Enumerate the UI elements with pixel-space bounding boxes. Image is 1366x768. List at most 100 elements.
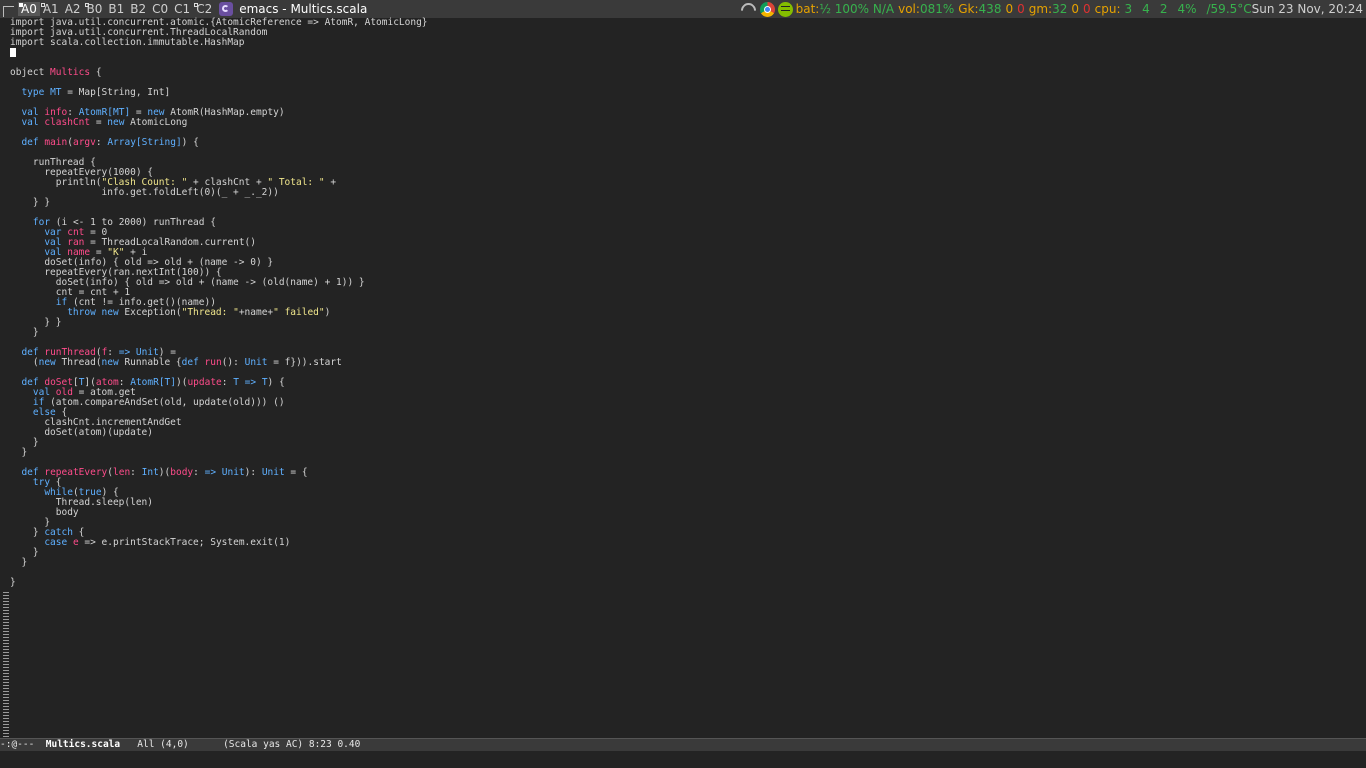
cpu-temperature: /59.5°C	[1207, 2, 1252, 16]
code-token: Unit	[245, 357, 268, 368]
clock: Sun 23 Nov, 20:24	[1252, 2, 1363, 16]
mode-line-status: -:@---	[0, 739, 46, 750]
workspace-b1[interactable]: B1	[105, 2, 127, 16]
workspace-c2[interactable]: C2	[193, 2, 215, 16]
gmail-m-b: 0	[1083, 2, 1091, 16]
code-line: (new Thread(new Runnable {def run(): Uni…	[10, 358, 428, 368]
gmail-k-b: 0	[1017, 2, 1025, 16]
chrome-icon[interactable]	[760, 2, 775, 17]
code-token: = f})).start	[267, 357, 341, 368]
workspace-c1[interactable]: C1	[171, 2, 193, 16]
code-token: info.get.foldLeft(0)(_ + _._2))	[10, 187, 279, 198]
code-token: }	[10, 577, 16, 588]
workspace-c0[interactable]: C0	[149, 2, 171, 16]
volume-label: vol:	[898, 2, 920, 16]
workspace-a2[interactable]: A2	[62, 2, 84, 16]
code-line: }	[10, 578, 428, 588]
code-token: def	[21, 137, 44, 148]
buffer-position: All (4,0)	[120, 739, 223, 750]
buffer-name[interactable]: Multics.scala	[46, 739, 120, 750]
code-token: ) {	[268, 377, 285, 388]
gmail-m-label: gm:	[1029, 2, 1052, 16]
code-token: " failed"	[273, 307, 324, 318]
emacs-icon	[219, 2, 233, 16]
cpu-core-3: 4%	[1177, 2, 1196, 16]
workspace-a1[interactable]: A1	[40, 2, 62, 16]
cpu-core-0: 3	[1125, 2, 1133, 16]
code-line: body	[10, 508, 428, 518]
workspace-b2[interactable]: B2	[127, 2, 149, 16]
gmail-k-label: Gk:	[958, 2, 978, 16]
cpu-core-2: 2	[1160, 2, 1168, 16]
wifi-icon[interactable]	[741, 3, 756, 15]
top-status-bar: A0A1A2B0B1B2C0C1C2 emacs - Multics.scala…	[0, 0, 1366, 18]
code-line: if (atom.compareAndSet(old, update(old))…	[10, 398, 428, 408]
code-line: def main(argv: Array[String]) {	[10, 138, 428, 148]
code-token: :	[130, 467, 141, 478]
gmail-m-a: 0	[1071, 2, 1079, 16]
code-line: doSet(atom)(update)	[10, 428, 428, 438]
code-token: =	[90, 117, 107, 128]
code-token: new	[107, 117, 124, 128]
code-token: main	[44, 137, 67, 148]
code-token: } }	[10, 197, 50, 208]
code-area[interactable]: import java.util.concurrent.atomic.{Atom…	[10, 18, 428, 588]
code-token: len	[113, 467, 130, 478]
code-line: import scala.collection.immutable.HashMa…	[10, 38, 428, 48]
cpu-cores: 3424%	[1125, 2, 1207, 16]
code-token: update	[187, 377, 221, 388]
code-token: ():	[222, 357, 245, 368]
code-line: val clashCnt = new AtomicLong	[10, 118, 428, 128]
code-token: (atom.compareAndSet(old, update(old))) (…	[44, 397, 284, 408]
code-token: ):	[245, 467, 262, 478]
mode-line: -:@--- Multics.scala All (4,0) (Scala ya…	[0, 738, 1366, 751]
code-token: throw new	[67, 307, 118, 318]
code-token: )(	[176, 377, 187, 388]
code-token: type	[21, 87, 50, 98]
gmail-m-count: 32	[1052, 2, 1067, 16]
code-token: AtomR[T]	[130, 377, 176, 388]
workspace-list: A0A1A2B0B1B2C0C1C2	[18, 0, 215, 18]
code-token: new	[39, 357, 56, 368]
layout-icon[interactable]	[0, 0, 18, 18]
code-line: info.get.foldLeft(0)(_ + _._2))	[10, 188, 428, 198]
code-token: body	[170, 467, 193, 478]
code-token: Runnable {	[119, 357, 182, 368]
code-token: Thread(	[56, 357, 102, 368]
code-line: }	[10, 328, 428, 338]
code-token: clashCnt	[44, 117, 90, 128]
code-line: object Multics {	[10, 68, 428, 78]
code-token: def	[182, 357, 205, 368]
workspace-b0[interactable]: B0	[84, 2, 106, 16]
code-line: } }	[10, 318, 428, 328]
code-token: )	[325, 307, 331, 318]
code-token: {	[90, 67, 101, 78]
system-tray: bat: ½ 100% N/A vol: 081% Gk: 438 0 0 gm…	[737, 0, 1366, 18]
minibuffer[interactable]	[0, 751, 1366, 768]
code-token: "Thread: "	[182, 307, 239, 318]
code-token: import scala.collection.immutable.HashMa…	[10, 37, 245, 48]
editor-buffer[interactable]: import java.util.concurrent.atomic.{Atom…	[0, 18, 1366, 738]
volume-value: 081%	[920, 2, 954, 16]
workspace-a0[interactable]: A0	[18, 2, 40, 16]
gmail-k-count: 438	[979, 2, 1002, 16]
code-token: Multics	[50, 67, 90, 78]
code-token: :	[222, 377, 233, 388]
battery-value: ½ 100% N/A	[819, 2, 894, 16]
major-modes[interactable]: (Scala yas AC) 8:23 0.40	[223, 739, 360, 750]
spotify-icon[interactable]	[778, 2, 793, 17]
code-line: }	[10, 438, 428, 448]
code-line: }	[10, 558, 428, 568]
code-line: throw new Exception("Thread: "+name+" fa…	[10, 308, 428, 318]
code-token: Int	[142, 467, 159, 478]
code-token: val	[21, 117, 44, 128]
cpu-label: cpu:	[1095, 2, 1121, 16]
code-token: Unit	[262, 467, 285, 478]
code-token: +name+	[239, 307, 273, 318]
battery-label: bat:	[796, 2, 820, 16]
empty-line-fringe	[3, 592, 9, 752]
code-token: +	[325, 177, 336, 188]
text-cursor	[10, 48, 16, 57]
code-line: } }	[10, 198, 428, 208]
code-token: = {	[285, 467, 308, 478]
